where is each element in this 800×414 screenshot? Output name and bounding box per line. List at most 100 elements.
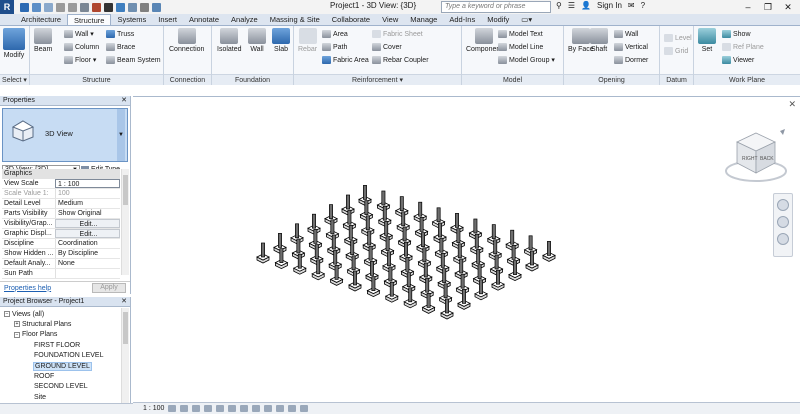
visual-style-icon[interactable] (180, 405, 189, 412)
wall-foundation-button[interactable]: Wall (248, 28, 266, 53)
wall-opening-button[interactable]: Wall (614, 30, 638, 38)
truss-button[interactable]: Truss (106, 30, 134, 38)
home-icon[interactable] (780, 129, 785, 135)
shadows-icon[interactable] (204, 405, 213, 412)
component-button[interactable]: Component (466, 28, 502, 53)
isolated-button[interactable]: Isolated (217, 28, 242, 53)
browser-node[interactable]: FOUNDATION LEVEL (24, 351, 104, 361)
close-icon[interactable]: ✕ (778, 0, 798, 14)
tab-annotate[interactable]: Annotate (183, 14, 225, 25)
temporary-hide-icon[interactable] (264, 405, 273, 412)
tab-collaborate[interactable]: Collaborate (326, 14, 376, 25)
zoom-icon[interactable] (777, 216, 789, 228)
browser-node[interactable]: SECOND LEVEL (24, 382, 88, 392)
scrollbar-thumb[interactable] (123, 175, 128, 205)
exchange-icon[interactable]: ✉ (628, 1, 635, 10)
sign-in-link[interactable]: Sign In (597, 1, 622, 10)
brace-button[interactable]: Brace (106, 43, 135, 51)
property-value[interactable]: Medium (55, 199, 120, 208)
close-icon[interactable]: ✕ (121, 96, 127, 106)
3d-model-view[interactable] (133, 97, 713, 403)
close-view-icon[interactable]: ✕ (788, 99, 796, 110)
browser-node[interactable]: − Floor Plans (14, 330, 57, 340)
text-icon[interactable] (104, 2, 113, 12)
detail-level-icon[interactable] (168, 405, 177, 412)
browser-node[interactable]: + Structural Plans (14, 319, 71, 329)
subscription-icon[interactable]: ☰ (568, 1, 575, 10)
property-value[interactable]: Coordination (55, 239, 120, 248)
lock-icon[interactable] (252, 405, 261, 412)
redo-icon[interactable] (68, 2, 77, 12)
chevron-down-icon[interactable]: ▼ (117, 109, 125, 161)
set-button[interactable]: Set (698, 28, 716, 53)
app-logo[interactable]: R (0, 0, 14, 14)
slab-button[interactable]: Slab (272, 28, 290, 53)
level-button[interactable]: Level (664, 34, 692, 42)
search-input[interactable]: Type a keyword or phrase (441, 1, 551, 13)
reveal-hidden-icon[interactable] (276, 405, 285, 412)
tab-insert[interactable]: Insert (152, 14, 183, 25)
beam-system-button[interactable]: Beam System (106, 56, 161, 64)
user-icon[interactable]: 👤 (581, 1, 591, 10)
undo-icon[interactable] (56, 2, 65, 12)
browser-node[interactable]: ROOF (24, 371, 54, 381)
3d-view-icon[interactable] (116, 2, 125, 12)
pan-icon[interactable] (777, 233, 789, 245)
viewcube-face-label[interactable]: RIGHT (742, 156, 758, 162)
model-text-button[interactable]: Model Text (498, 30, 543, 38)
modify-button[interactable]: Modify (3, 28, 25, 59)
vertical-opening-button[interactable]: Vertical (614, 43, 648, 51)
expand-icon[interactable]: + (14, 321, 20, 328)
collapse-icon[interactable]: − (14, 331, 20, 338)
tab-massing-site[interactable]: Massing & Site (264, 14, 326, 25)
measure-icon[interactable] (92, 2, 101, 12)
panel-label-reinforcement[interactable]: Reinforcement ▾ (294, 74, 461, 85)
thin-lines-icon[interactable] (140, 2, 149, 12)
ribbon-display-toggle[interactable]: ▭▾ (515, 14, 538, 25)
minimize-icon[interactable]: – (738, 0, 758, 14)
browser-node[interactable]: FIRST FLOOR (24, 340, 80, 350)
rebar-coupler-button[interactable]: Rebar Coupler (372, 56, 429, 64)
grid-button[interactable]: Grid (664, 47, 688, 55)
show-button[interactable]: Show (722, 30, 751, 38)
path-button[interactable]: Path (322, 43, 347, 51)
tab-add-ins[interactable]: Add-Ins (443, 14, 481, 25)
help-icon[interactable]: ? (641, 1, 645, 10)
properties-scrollbar[interactable] (121, 169, 129, 275)
ref-plane-button[interactable]: Ref Plane (722, 43, 764, 51)
tab-analyze[interactable]: Analyze (225, 14, 264, 25)
browser-node[interactable]: Site (24, 392, 46, 402)
apply-button[interactable]: Apply (92, 283, 126, 293)
property-value[interactable]: By Discipline (55, 249, 120, 258)
column-button[interactable]: Column (64, 43, 99, 51)
save-icon[interactable] (32, 2, 41, 12)
floor-button[interactable]: Floor ▾ (64, 56, 96, 64)
tab-structure[interactable]: Structure (67, 14, 112, 25)
viewer-button[interactable]: Viewer (722, 56, 754, 64)
open-icon[interactable] (20, 2, 29, 12)
isolated-footing[interactable] (542, 241, 556, 262)
property-value[interactable]: None (55, 259, 120, 268)
tab-architecture[interactable]: Architecture (15, 14, 67, 25)
sun-path-icon[interactable] (192, 405, 201, 412)
isolated-footing[interactable] (256, 242, 270, 264)
connection-button[interactable]: Connection (169, 28, 204, 53)
model-group-button[interactable]: Model Group ▾ (498, 56, 555, 64)
tab-modify[interactable]: Modify (481, 14, 515, 25)
area-button[interactable]: Area (322, 30, 348, 38)
browser-node[interactable]: − Views (all) (4, 309, 44, 319)
sync-icon[interactable] (44, 2, 53, 12)
section-icon[interactable] (128, 2, 137, 12)
property-value[interactable]: 1 : 100 (55, 179, 120, 188)
type-selector[interactable]: 3D View ▼ (2, 108, 128, 162)
rebar-button[interactable]: Rebar (298, 28, 317, 53)
close-icon[interactable]: ✕ (121, 297, 127, 307)
view-scale[interactable]: 1 : 100 (143, 405, 164, 412)
viewcube[interactable]: RIGHT BACK (723, 127, 789, 187)
model-line-button[interactable]: Model Line (498, 43, 543, 51)
tab-manage[interactable]: Manage (404, 14, 443, 25)
cover-button[interactable]: Cover (372, 43, 402, 51)
drawing-area[interactable]: ✕ RIGHT BACK (133, 96, 800, 402)
steering-wheel-icon[interactable] (777, 199, 789, 211)
properties-help-link[interactable]: Properties help (4, 285, 51, 292)
